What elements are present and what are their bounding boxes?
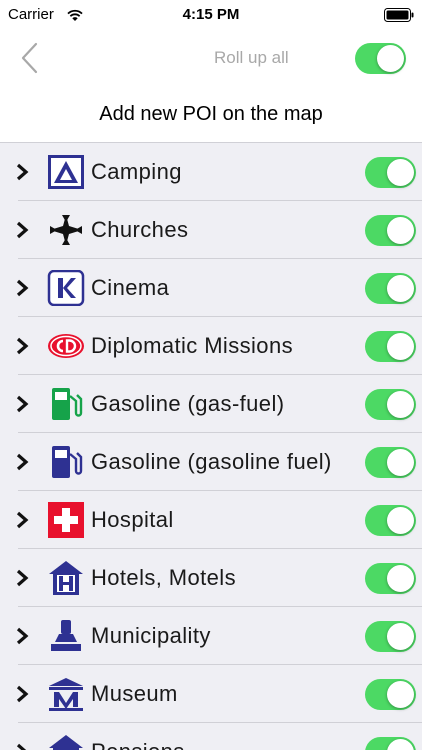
gas-pump-blue-icon [52, 446, 83, 478]
chevron-right-icon[interactable] [14, 162, 30, 182]
poi-label: Cinema [91, 275, 170, 300]
toggle-knob [387, 159, 414, 186]
hotel-h-icon [49, 561, 83, 595]
list-item-diplomatic-missions[interactable]: Diplomatic Missions [0, 317, 422, 375]
chevron-right-icon[interactable] [14, 568, 30, 588]
municipality-stamp-icon [51, 620, 81, 651]
poi-label: Municipality [91, 623, 211, 648]
toggle-knob [387, 217, 414, 244]
chevron-right-icon[interactable] [14, 220, 30, 240]
list-item-hospital[interactable]: Hospital [0, 491, 422, 549]
poi-toggle[interactable] [365, 215, 416, 246]
poi-label: Hospital [91, 507, 174, 532]
toggle-knob [377, 45, 404, 72]
chevron-right-icon[interactable] [14, 452, 30, 472]
header: Add new POI on the map [0, 90, 422, 142]
poi-label: Museum [91, 681, 178, 706]
battery-icon [384, 8, 414, 22]
poi-list: Camping Churches Cinema Diplomatic Missi… [0, 142, 422, 750]
poi-toggle[interactable] [365, 389, 416, 420]
list-item-gasoline-gasoline-fuel[interactable]: Gasoline (gasoline fuel) [0, 433, 422, 491]
chevron-right-icon[interactable] [14, 684, 30, 704]
poi-label: Pensions [91, 739, 185, 750]
back-chevron-icon[interactable] [14, 40, 44, 76]
chevron-right-icon[interactable] [14, 278, 30, 298]
gas-pump-green-icon [52, 388, 83, 420]
poi-label: Gasoline (gas-fuel) [91, 391, 285, 416]
museum-m-icon [49, 678, 83, 711]
roll-up-all-label: Roll up all [214, 48, 289, 67]
toggle-knob [387, 333, 414, 360]
toggle-knob [387, 681, 414, 708]
chevron-right-icon[interactable] [14, 510, 30, 530]
poi-toggle[interactable] [365, 505, 416, 536]
list-item-churches[interactable]: Churches [0, 201, 422, 259]
list-item-museum[interactable]: Museum [0, 665, 422, 723]
chevron-right-icon[interactable] [14, 742, 30, 750]
camping-tent-icon [48, 155, 84, 189]
list-item-cinema[interactable]: Cinema [0, 259, 422, 317]
toggle-knob [387, 449, 414, 476]
list-item-hotels-motels[interactable]: Hotels, Motels [0, 549, 422, 607]
church-cross-icon [50, 215, 82, 245]
toggle-knob [387, 623, 414, 650]
list-item-gasoline-gas-fuel[interactable]: Gasoline (gas-fuel) [0, 375, 422, 433]
toggle-knob [387, 391, 414, 418]
poi-label: Gasoline (gasoline fuel) [91, 449, 332, 474]
chevron-right-icon[interactable] [14, 394, 30, 414]
status-time: 4:15 PM [182, 6, 240, 23]
chevron-right-icon[interactable] [14, 336, 30, 356]
status-bar: Carrier 4:15 PM [0, 0, 422, 30]
chevron-right-icon[interactable] [14, 626, 30, 646]
nav-bar: Roll up all [0, 30, 422, 90]
toggle-knob [387, 507, 414, 534]
poi-toggle[interactable] [365, 621, 416, 652]
poi-toggle[interactable] [365, 273, 416, 304]
poi-toggle[interactable] [365, 331, 416, 362]
roll-up-all-toggle[interactable] [355, 43, 406, 74]
poi-label: Churches [91, 217, 189, 242]
hospital-cross-icon [48, 502, 84, 538]
poi-label: Diplomatic Missions [91, 333, 293, 358]
poi-label: Hotels, Motels [91, 565, 236, 590]
toggle-knob [387, 275, 414, 302]
poi-toggle[interactable] [365, 157, 416, 188]
poi-toggle[interactable] [365, 737, 416, 750]
list-item-camping[interactable]: Camping [0, 143, 422, 201]
toggle-knob [387, 739, 414, 750]
pension-house-icon [49, 735, 83, 750]
list-item-pensions[interactable]: Pensions [0, 723, 422, 750]
list-item-municipality[interactable]: Municipality [0, 607, 422, 665]
page-title: Add new POI on the map [99, 103, 323, 125]
toggle-knob [387, 565, 414, 592]
cinema-k-icon [47, 270, 85, 306]
poi-toggle[interactable] [365, 447, 416, 478]
cd-badge-icon [48, 334, 84, 358]
poi-toggle[interactable] [365, 563, 416, 594]
poi-toggle[interactable] [365, 679, 416, 710]
poi-label: Camping [91, 159, 182, 184]
